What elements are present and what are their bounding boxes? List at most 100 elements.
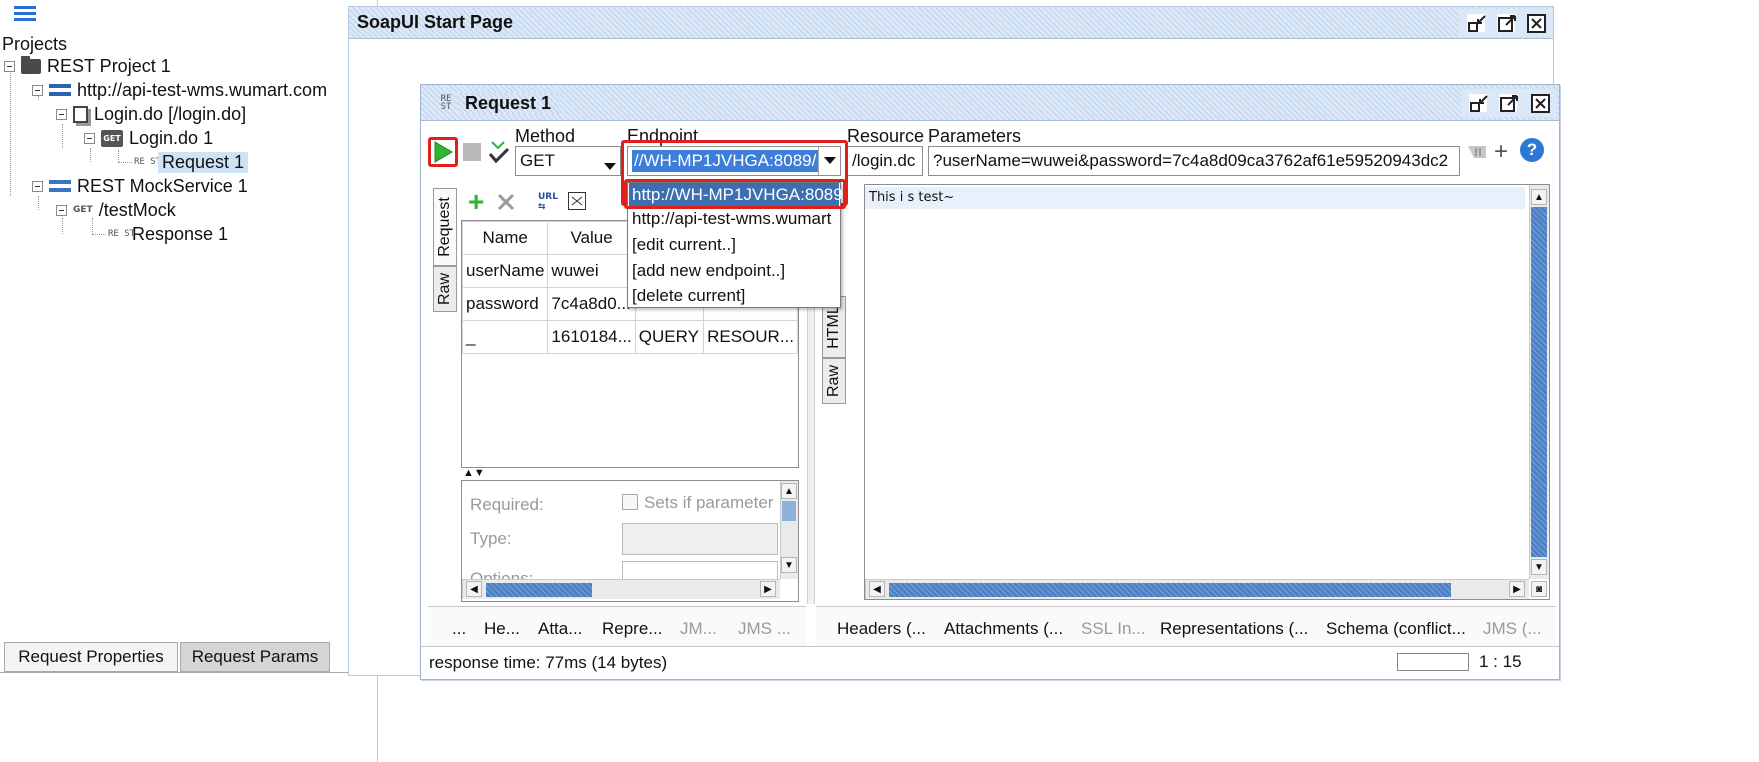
tree-item-request[interactable]: RE ST Request 1: [134, 150, 249, 174]
tab-response-jms[interactable]: JMS (...: [1483, 619, 1542, 639]
table-row[interactable]: _ 1610184... QUERY RESOUR...: [462, 320, 798, 354]
divider: [0, 672, 378, 673]
type-field[interactable]: [622, 523, 778, 555]
scroll-right-icon[interactable]: ▶: [1509, 581, 1525, 597]
tab-attachments[interactable]: Atta...: [538, 619, 582, 639]
tab-response-headers[interactable]: Headers (...: [837, 619, 926, 639]
param-value[interactable]: 7c4a8d0...: [547, 287, 636, 321]
add-param-icon[interactable]: +: [468, 188, 484, 216]
close-icon[interactable]: [1531, 94, 1550, 113]
scroll-down-icon[interactable]: ▼: [1531, 559, 1547, 575]
list-view-icon[interactable]: [14, 6, 36, 22]
remove-param-icon[interactable]: [496, 192, 516, 217]
collapse-icon[interactable]: [56, 108, 67, 120]
wrap-params-icon[interactable]: [1466, 142, 1488, 167]
tree-item-label: Login.do [/login.do]: [94, 103, 247, 124]
param-name[interactable]: userName: [462, 254, 549, 288]
url-encode-icon[interactable]: URL ⇆: [538, 192, 558, 212]
minimize-icon[interactable]: [1469, 94, 1488, 112]
run-button[interactable]: [432, 141, 454, 168]
tab-headers[interactable]: He...: [484, 619, 520, 639]
tab-representations[interactable]: Repre...: [602, 619, 662, 639]
param-name[interactable]: password: [462, 287, 549, 321]
scroll-thumb[interactable]: [1531, 207, 1547, 557]
scroll-left-icon[interactable]: ◀: [466, 581, 482, 597]
rest-request-icon: RE ST: [440, 94, 452, 112]
tree-item-response[interactable]: RE ST Response 1: [108, 222, 228, 246]
parameters-input[interactable]: ?userName=wuwei&password=7c4a8d09ca3762a…: [928, 146, 1460, 176]
required-checkbox[interactable]: [622, 494, 638, 510]
collapse-icon[interactable]: [32, 180, 43, 192]
tab-ssl-info[interactable]: SSL In...: [1081, 619, 1146, 639]
sort-icon[interactable]: [568, 192, 586, 210]
scroll-up-icon[interactable]: ▲: [1531, 189, 1547, 205]
resource-input[interactable]: /login.dc: [847, 146, 923, 176]
column-header-name[interactable]: Name: [462, 221, 549, 255]
tree-item-label: Login.do 1: [129, 127, 214, 148]
maximize-icon[interactable]: [1499, 94, 1518, 112]
options-field[interactable]: [622, 561, 778, 581]
collapse-icon[interactable]: [32, 84, 43, 96]
stop-icon[interactable]: [463, 143, 481, 161]
scroll-up-icon[interactable]: ▲: [781, 483, 797, 499]
window-controls: [1461, 89, 1557, 117]
rest-response-icon: RE ST: [108, 229, 136, 239]
scroll-thumb[interactable]: [889, 583, 1451, 597]
param-value[interactable]: 1610184...: [547, 320, 636, 354]
minimize-icon[interactable]: [1467, 14, 1486, 32]
tree-item-resource[interactable]: Login.do [/login.do]: [56, 102, 246, 126]
dropdown-option-highlight: [624, 179, 846, 209]
method-select[interactable]: GET: [515, 146, 621, 176]
response-editor[interactable]: This i s test~ ▲ ▼ ◀ ▶ ◙: [864, 184, 1550, 600]
close-icon[interactable]: [1527, 14, 1546, 33]
dropdown-option[interactable]: http://api-test-wms.wumart: [632, 209, 831, 229]
tree-item-rest-project[interactable]: REST Project 1: [4, 54, 171, 78]
tree-item-mockservice[interactable]: REST MockService 1: [32, 174, 248, 198]
scroll-right-icon[interactable]: ▶: [760, 581, 776, 597]
rest-request-icon: RE ST: [134, 157, 162, 167]
dropdown-option[interactable]: [delete current]: [632, 286, 745, 306]
collapse-icon[interactable]: [56, 204, 67, 216]
chevron-down-icon: [604, 156, 616, 175]
get-method-icon: GET: [101, 129, 123, 147]
tab-response-raw[interactable]: Raw: [822, 358, 846, 404]
resource-value: /login.dc: [852, 151, 916, 170]
tab-schema[interactable]: Schema (conflict...: [1326, 619, 1466, 639]
tab-request-params[interactable]: Request Params: [180, 642, 330, 672]
tree-item-service[interactable]: http://api-test-wms.wumart.com: [32, 78, 327, 102]
dropdown-option[interactable]: [edit current..]: [632, 235, 736, 255]
scroll-thumb[interactable]: [486, 583, 592, 597]
maximize-icon[interactable]: [1497, 14, 1516, 32]
collapse-icon[interactable]: [84, 132, 95, 144]
current-line-highlight: [865, 187, 1525, 209]
scroll-down-icon[interactable]: ▼: [781, 557, 797, 573]
tab-request-properties[interactable]: Request Properties: [4, 642, 178, 672]
tab-more[interactable]: ...: [452, 619, 466, 639]
dropdown-option[interactable]: [add new endpoint..]: [632, 261, 785, 281]
tab-jms-properties[interactable]: JMS ...: [738, 619, 791, 639]
start-page-titlebar[interactable]: SoapUI Start Page: [349, 7, 1553, 39]
column-header-value[interactable]: Value: [547, 221, 636, 255]
tree-item-method[interactable]: GET Login.do 1: [84, 126, 213, 150]
scroll-thumb[interactable]: [782, 501, 796, 521]
param-level[interactable]: RESOUR...: [703, 320, 798, 354]
request-title: Request 1: [457, 93, 560, 114]
help-icon[interactable]: ?: [1520, 138, 1544, 162]
tab-request[interactable]: Request: [433, 188, 457, 266]
param-style[interactable]: QUERY: [634, 320, 705, 354]
tab-raw[interactable]: Raw: [433, 266, 457, 312]
request-titlebar[interactable]: RE ST Request 1: [421, 85, 1559, 121]
add-icon[interactable]: +: [1494, 138, 1508, 166]
tree-item-label: /testMock: [98, 199, 176, 220]
tab-jms-headers[interactable]: JM...: [680, 619, 717, 639]
param-name[interactable]: _: [462, 320, 549, 354]
splitter-arrows-icon[interactable]: ▲▼: [463, 467, 485, 479]
zoom-icon[interactable]: ◙: [1531, 581, 1547, 597]
submit-check-icon[interactable]: [488, 140, 510, 169]
collapse-icon[interactable]: [4, 60, 15, 72]
tree-item-mock-operation[interactable]: GET /testMock: [56, 198, 176, 222]
tab-response-attachments[interactable]: Attachments (...: [944, 619, 1063, 639]
scroll-left-icon[interactable]: ◀: [869, 581, 885, 597]
param-value[interactable]: wuwei: [547, 254, 636, 288]
tab-response-representations[interactable]: Representations (...: [1160, 619, 1308, 639]
